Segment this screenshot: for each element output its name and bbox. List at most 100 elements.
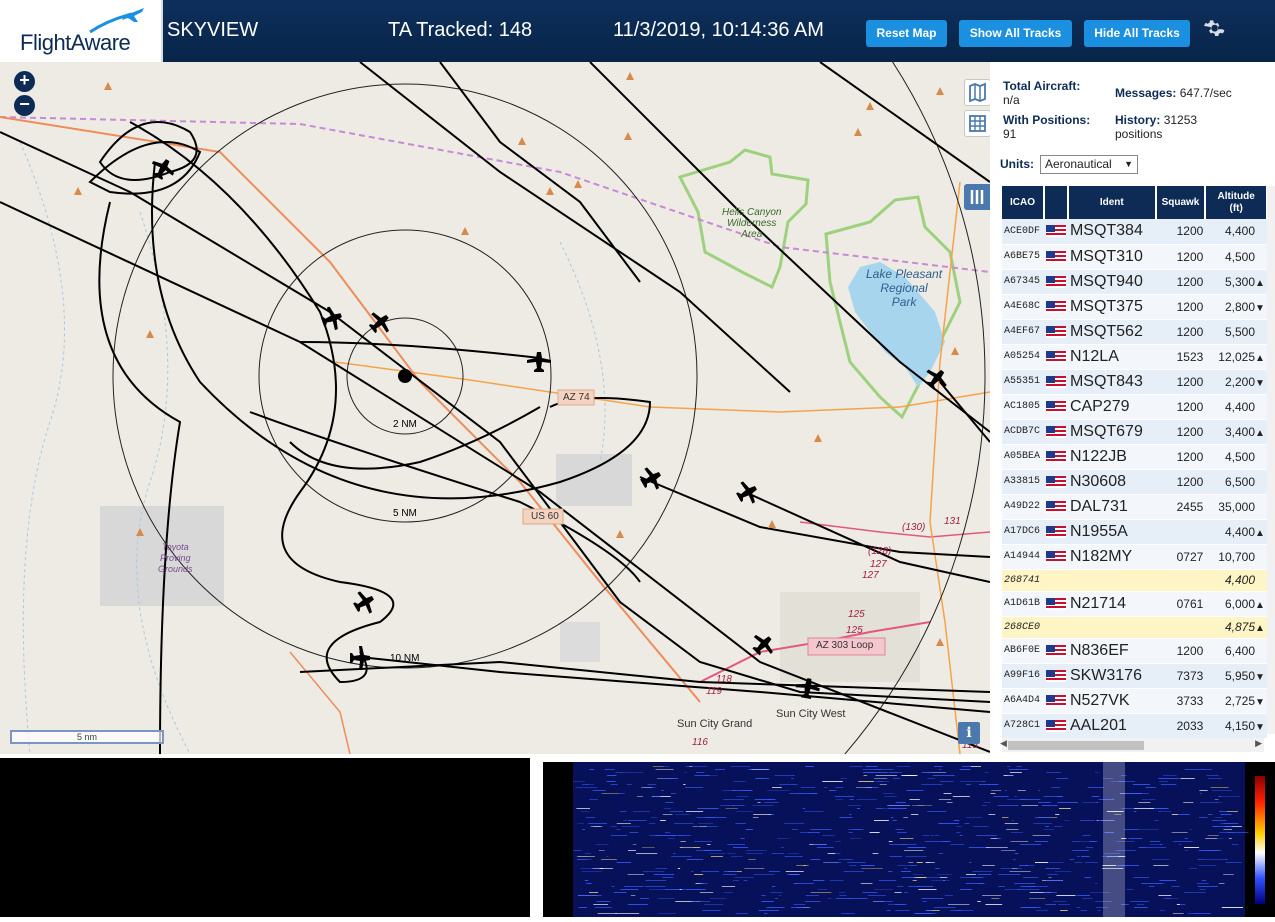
map-layers-button[interactable]	[964, 79, 990, 106]
altitude-trend-icon: ▲	[1255, 277, 1265, 289]
color-scale-bar	[1255, 776, 1265, 904]
us-flag-icon	[1045, 300, 1066, 313]
cell-altitude: 2,800▼	[1205, 294, 1267, 320]
app-header: FlightAware SKYVIEW TA Tracked: 148 11/3…	[0, 0, 1275, 62]
gear-icon[interactable]	[1201, 18, 1225, 42]
us-flag-icon	[1045, 500, 1066, 513]
altitude-value: 3,400	[1224, 424, 1255, 439]
col-header-flag[interactable]	[1043, 186, 1069, 219]
altitude-value: 4,400	[1224, 399, 1255, 414]
cell-flag	[1043, 519, 1068, 545]
table-row[interactable]: 268741 4,400	[1002, 569, 1267, 592]
zoom-in-button[interactable]: +	[14, 71, 35, 92]
cell-ident: MSQT940	[1067, 269, 1156, 295]
us-flag-icon	[1045, 550, 1066, 563]
table-row[interactable]: A4E68C MSQT375 1200 2,800▼	[1002, 294, 1267, 320]
total-aircraft-stat: Total Aircraft: n/a	[1003, 79, 1081, 107]
table-row[interactable]: A49D22 DAL731 2455 35,000	[1002, 494, 1267, 520]
altitude-value: 4,150	[1224, 718, 1255, 733]
hells-canyon-label: Hells Canyon Wilderness Area	[722, 207, 782, 240]
col-header-icao[interactable]: ICAO	[1002, 186, 1045, 219]
cell-flag	[1043, 616, 1068, 639]
flightaware-logo[interactable]: FlightAware	[0, 0, 163, 62]
cell-flag	[1043, 469, 1068, 495]
altitude-trend-icon: ▼	[1255, 377, 1265, 389]
cell-flag	[1043, 369, 1068, 395]
cell-ident: SKW3176	[1067, 663, 1156, 689]
cell-altitude: 6,000▲	[1205, 591, 1267, 617]
altitude-value: 5,950	[1224, 668, 1255, 683]
with-positions-stat: With Positions: 91	[1003, 113, 1091, 141]
cell-altitude: 5,300▲	[1205, 269, 1267, 295]
altitude-trend-icon: ▲	[1255, 527, 1265, 539]
table-row[interactable]: AC1805 CAP279 1200 4,400	[1002, 394, 1267, 420]
altitude-trend-icon: ▼	[1255, 721, 1265, 733]
table-vertical-scrollbar[interactable]	[1267, 186, 1275, 734]
cell-squawk: 1200	[1155, 369, 1206, 395]
info-icon[interactable]: i	[958, 722, 980, 744]
table-row[interactable]: 268CE0 4,875▲	[1002, 616, 1267, 639]
table-row[interactable]: A33815 N30608 1200 6,500	[1002, 469, 1267, 495]
col-header-squawk[interactable]: Squawk	[1155, 186, 1207, 219]
cell-squawk: 1200	[1155, 269, 1206, 295]
table-row[interactable]: A1D61B N21714 0761 6,000▲	[1002, 591, 1267, 617]
cell-flag	[1043, 419, 1068, 445]
scrollbar-thumb[interactable]	[1008, 741, 1144, 750]
map-view[interactable]: 2 NM 5 NM 10 NM Hells Canyon Wilderness Ar…	[0, 62, 990, 754]
grid-icon	[969, 115, 986, 132]
table-row[interactable]: A17DC6 N1955A 4,400▲	[1002, 519, 1267, 545]
altitude-trend-icon: ▲	[1255, 427, 1265, 439]
table-row[interactable]: A728C1 AAL201 2033 4,150▼	[1002, 713, 1267, 739]
units-select-value: Aeronautical	[1045, 157, 1112, 171]
table-row[interactable]: A6A4D4 N527VK 3733 2,725▼	[1002, 688, 1267, 714]
cell-ident: MSQT384	[1067, 219, 1156, 245]
cell-squawk: 3733	[1155, 688, 1206, 714]
table-row[interactable]: A99F16 SKW3176 7373 5,950▼	[1002, 663, 1267, 689]
road-number: 119	[706, 686, 722, 697]
zoom-out-button[interactable]: −	[14, 95, 35, 116]
reset-map-button[interactable]: Reset Map	[866, 20, 947, 47]
cell-ident: MSQT375	[1067, 294, 1156, 320]
cell-flag	[1043, 569, 1068, 592]
columns-icon	[970, 190, 984, 204]
table-row[interactable]: A67345 MSQT940 1200 5,300▲	[1002, 269, 1267, 295]
road-number: 131	[944, 516, 961, 527]
table-horizontal-scrollbar[interactable]: ◀ ▶	[1000, 738, 1264, 752]
table-row[interactable]: A55351 MSQT843 1200 2,200▼	[1002, 369, 1267, 395]
road-number: 118	[716, 674, 732, 685]
col-header-ident[interactable]: Ident	[1067, 186, 1157, 219]
us-flag-icon	[1045, 275, 1066, 288]
road-label-us60: US 60	[531, 511, 559, 522]
cell-ident: N21714	[1067, 591, 1156, 617]
cell-ident: N122JB	[1067, 444, 1156, 470]
altitude-value: 5,300	[1224, 274, 1255, 289]
messages-stat: Messages: 647.7/sec	[1115, 86, 1232, 100]
altitude-trend-icon: ▲	[1255, 352, 1265, 364]
table-row[interactable]: ACDB7C MSQT679 1200 3,400▲	[1002, 419, 1267, 445]
altitude-value: 4,400	[1224, 573, 1255, 587]
cell-ident: N836EF	[1067, 638, 1156, 664]
cell-icao: A6A4D4	[1002, 688, 1044, 714]
cell-ident: AAL201	[1067, 713, 1156, 739]
table-row[interactable]: A14944 N182MY 0727 10,700	[1002, 544, 1267, 570]
columns-toggle-button[interactable]	[964, 184, 990, 210]
show-all-tracks-button[interactable]: Show All Tracks	[959, 20, 1072, 47]
table-row[interactable]: A05BEA N122JB 1200 4,500	[1002, 444, 1267, 470]
table-row[interactable]: AB6F0E N836EF 1200 6,400	[1002, 638, 1267, 664]
us-flag-icon	[1045, 644, 1066, 657]
table-row[interactable]: A05254 N12LA 1523 12,025▲	[1002, 344, 1267, 370]
signal-view-left	[0, 758, 530, 917]
us-flag-icon	[1045, 250, 1066, 263]
cell-squawk	[1155, 569, 1206, 592]
altitude-value: 2,200	[1224, 374, 1255, 389]
table-row[interactable]: A6BE75 MSQT310 1200 4,500	[1002, 244, 1267, 270]
road-number: (128)	[868, 546, 892, 557]
altitude-value: 6,000	[1224, 596, 1255, 611]
cell-squawk	[1155, 519, 1206, 545]
table-row[interactable]: A4EF67 MSQT562 1200 5,500	[1002, 319, 1267, 345]
hide-all-tracks-button[interactable]: Hide All Tracks	[1084, 20, 1190, 47]
table-row[interactable]: ACE0DF MSQT384 1200 4,400	[1002, 219, 1267, 245]
grid-button[interactable]	[964, 110, 990, 137]
units-select[interactable]: Aeronautical ▼	[1040, 155, 1138, 174]
col-header-altitude[interactable]: Altitude (ft)	[1205, 186, 1268, 219]
